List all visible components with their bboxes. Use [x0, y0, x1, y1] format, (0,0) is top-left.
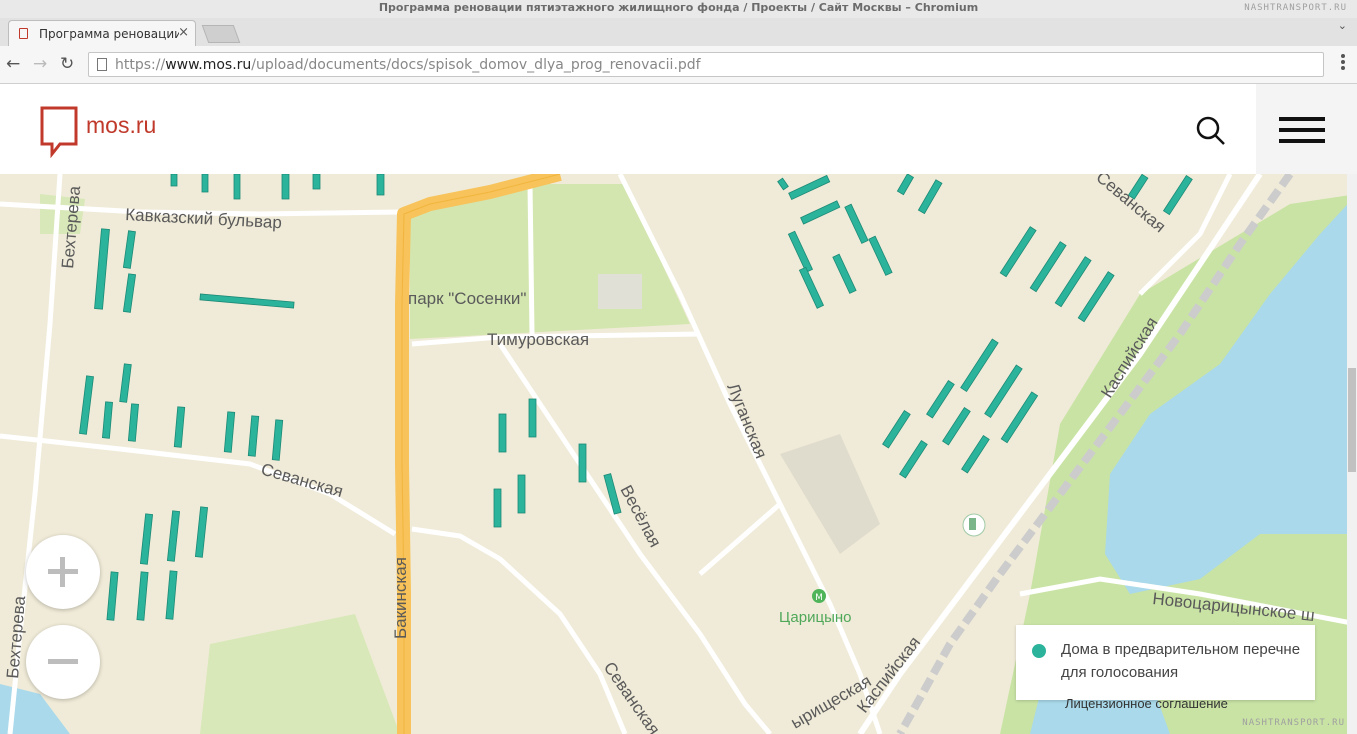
map-legend: Дома в предварительном перечне для голос… — [1016, 625, 1315, 700]
scrollbar-thumb[interactable] — [1348, 368, 1356, 472]
tab-favicon-icon — [19, 28, 28, 39]
watermark-top: NASHTRANSPORT.RU — [1244, 3, 1347, 13]
window-title: Программа реновации пятиэтажного жилищно… — [378, 1, 979, 14]
site-logo-text[interactable]: mos.ru — [86, 112, 156, 139]
browser-toolbar: ← → ↻ https://www.mos.ru/upload/document… — [0, 46, 1357, 84]
legend-dot-icon — [1032, 644, 1046, 658]
menu-panel — [1256, 84, 1357, 174]
label-park-sosenki: парк "Сосенки" — [408, 289, 526, 308]
chrome-menu-icon[interactable] — [1341, 54, 1345, 72]
watermark-bottom: NASHTRANSPORT.RU — [1242, 718, 1345, 728]
page-scrollbar[interactable] — [1347, 174, 1357, 734]
forward-arrow-icon[interactable]: → — [33, 54, 47, 74]
window-controls[interactable]: ⌄ — [1338, 19, 1347, 32]
address-bar[interactable]: https://www.mos.ru/upload/documents/docs… — [88, 52, 1324, 77]
label-sevanskaya: Севанская — [259, 460, 345, 502]
reload-icon[interactable]: ↻ — [60, 54, 74, 74]
label-luganskaya: Луганская — [723, 380, 770, 461]
hamburger-menu-icon[interactable] — [1279, 117, 1325, 150]
zoom-in-button[interactable] — [26, 535, 100, 609]
svg-text:М: М — [815, 593, 823, 603]
back-arrow-icon[interactable]: ← — [6, 54, 20, 74]
new-tab-button[interactable] — [201, 25, 241, 43]
zoom-out-button[interactable] — [26, 625, 100, 699]
search-icon[interactable] — [1196, 116, 1226, 146]
park-sosenki — [410, 184, 690, 339]
tab-title: Программа реновации пятиэтажного жилищно… — [39, 27, 179, 41]
label-bakinskaya: Бакинская — [391, 557, 410, 639]
browser-tab[interactable]: Программа реновации пятиэтажного жилищно… — [8, 20, 196, 46]
page-icon — [97, 58, 107, 71]
label-timurovskaya: Тимуровская — [487, 330, 589, 349]
site-header: mos.ru — [0, 84, 1357, 174]
sports-field — [598, 274, 642, 309]
label-veselaya: Весёлая — [616, 482, 664, 550]
label-kavkazsky: Кавказский бульвар — [125, 205, 283, 232]
tab-strip: Программа реновации пятиэтажного жилищно… — [0, 18, 1357, 46]
minus-icon — [48, 659, 78, 664]
mos-logo-icon[interactable] — [40, 106, 80, 158]
url-text[interactable]: https://www.mos.ru/upload/documents/docs… — [115, 57, 701, 73]
label-tsaritsyno-metro: Царицыно — [779, 609, 852, 626]
license-link[interactable]: Лицензионное соглашение — [1065, 696, 1228, 711]
map-canvas[interactable]: М Кавказский бульвар парк "Сосенки" Тиму… — [0, 174, 1357, 734]
label-sevanskaya-east: Севанская — [1092, 174, 1169, 236]
window-titlebar: Программа реновации пятиэтажного жилищно… — [0, 0, 1357, 18]
park-south — [200, 614, 400, 734]
tab-close-icon[interactable]: × — [178, 25, 189, 40]
legend-text: Дома в предварительном перечне для голос… — [1061, 641, 1301, 681]
